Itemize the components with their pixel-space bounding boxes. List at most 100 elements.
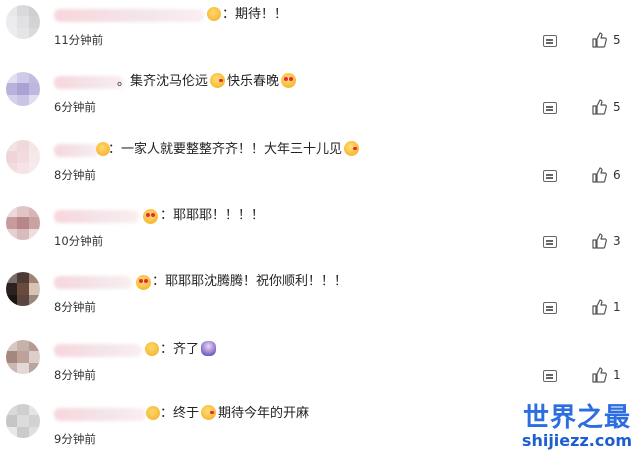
avatar-mosaic [6, 272, 40, 306]
medal-icon [146, 406, 160, 420]
avatar-mosaic [6, 140, 40, 174]
comment-time: 8分钟前 [54, 368, 96, 382]
avatar-pixel [28, 72, 40, 84]
reply-icon[interactable] [543, 236, 557, 248]
medal-icon [207, 7, 221, 21]
avatar-pixel [28, 340, 40, 352]
avatar-pixel [17, 228, 29, 240]
comment-text: ：一家人就要整整齐齐！！大年三十儿见 [108, 141, 361, 159]
thumbs-up-icon[interactable] [591, 233, 607, 249]
avatar-pixel [17, 83, 29, 95]
reply-icon[interactable] [543, 35, 557, 47]
avatar-pixel [28, 362, 40, 374]
avatar-mosaic [6, 72, 40, 106]
like-count: 5 [613, 100, 621, 114]
avatar[interactable] [6, 404, 40, 438]
like-count: 5 [613, 33, 621, 47]
avatar-pixel [28, 426, 40, 438]
avatar-pixel [6, 140, 18, 152]
avatar-pixel [17, 217, 29, 229]
avatar-mosaic [6, 206, 40, 240]
reply-icon[interactable] [543, 370, 557, 382]
avatar[interactable] [6, 5, 40, 39]
watermark-url: shijiezz.com [521, 431, 632, 450]
avatar-pixel [17, 16, 29, 28]
avatar[interactable] [6, 272, 40, 306]
username-blurred[interactable] [54, 9, 204, 22]
kiss-emoji-icon [210, 73, 226, 88]
username-blurred[interactable] [54, 408, 146, 421]
username-blurred[interactable] [54, 344, 142, 357]
avatar-pixel [17, 5, 29, 17]
heart-eyes-emoji-icon [281, 73, 297, 88]
avatar-pixel [28, 283, 40, 295]
avatar-pixel [6, 83, 18, 95]
medal-icon [145, 342, 159, 356]
like-count: 1 [613, 300, 621, 314]
avatar-pixel [17, 283, 29, 295]
thumbs-up-icon[interactable] [591, 32, 607, 48]
like-count: 3 [613, 234, 621, 248]
reply-icon[interactable] [543, 302, 557, 314]
comment-time: 11分钟前 [54, 33, 104, 47]
avatar-pixel [28, 272, 40, 284]
avatar-pixel [17, 426, 29, 438]
comment-text-part: 期待今年的开麻 [218, 406, 310, 421]
comment-text: ：耶耶耶！！！！ [160, 208, 265, 223]
avatar-pixel [28, 162, 40, 174]
kiss-emoji-icon [344, 141, 360, 156]
reply-icon[interactable] [543, 102, 557, 114]
avatar-pixel [6, 5, 18, 17]
username-blurred[interactable] [54, 76, 124, 89]
avatar[interactable] [6, 340, 40, 374]
avatar-mosaic [6, 5, 40, 39]
avatar-pixel [6, 27, 18, 39]
avatar-pixel [6, 217, 18, 229]
username-blurred[interactable] [54, 144, 99, 157]
avatar-pixel [6, 415, 18, 427]
comment-time: 8分钟前 [54, 168, 96, 182]
comment-item: ：耶耶耶！！！！ 10分钟前 3 [0, 206, 640, 272]
site-watermark: 世界之最 shijiezz.com [522, 405, 632, 449]
avatar-pixel [28, 94, 40, 106]
username-blurred[interactable] [54, 276, 132, 289]
avatar-pixel [17, 94, 29, 106]
thumbs-up-icon[interactable] [591, 99, 607, 115]
avatar[interactable] [6, 206, 40, 240]
avatar-pixel [17, 340, 29, 352]
comment-time: 8分钟前 [54, 300, 96, 314]
thumbs-up-icon[interactable] [591, 299, 607, 315]
avatar[interactable] [6, 72, 40, 106]
comment-text-part: ：终于 [160, 406, 200, 421]
avatar-pixel [6, 94, 18, 106]
comment-time: 9分钟前 [54, 432, 96, 446]
avatar-pixel [6, 404, 18, 416]
avatar-pixel [28, 5, 40, 17]
username-blurred[interactable] [54, 210, 139, 223]
avatar-pixel [28, 16, 40, 28]
avatar-pixel [17, 362, 29, 374]
avatar-pixel [6, 362, 18, 374]
comment-text: ：终于 期待今年的开麻 [160, 405, 309, 423]
reply-icon[interactable] [543, 170, 557, 182]
avatar-pixel [17, 162, 29, 174]
avatar-pixel [6, 426, 18, 438]
comment-item: ：期待！！ 11分钟前 5 [0, 5, 640, 71]
comment-item: ：一家人就要整整齐齐！！大年三十儿见 8分钟前 6 [0, 140, 640, 206]
thumbs-up-icon[interactable] [591, 167, 607, 183]
comment-text: 。集齐沈马伦远 快乐春晚 [117, 73, 298, 91]
like-count: 1 [613, 368, 621, 382]
heart-eyes-emoji-icon [143, 209, 158, 224]
comment-time: 6分钟前 [54, 100, 96, 114]
like-count: 6 [613, 168, 621, 182]
character-sticker-icon [201, 341, 217, 356]
comment-item: 。集齐沈马伦远 快乐春晚 6分钟前 5 [0, 72, 640, 138]
comment-text: ：期待！！ [222, 7, 288, 22]
avatar-pixel [28, 228, 40, 240]
comment-text: ：耶耶耶沈腾腾！祝你顺利！！！ [152, 274, 348, 289]
thumbs-up-icon[interactable] [591, 367, 607, 383]
comment-text-part: ：一家人就要整整齐齐！！大年三十儿见 [108, 142, 343, 157]
avatar-pixel [28, 151, 40, 163]
avatar-pixel [28, 27, 40, 39]
avatar[interactable] [6, 140, 40, 174]
